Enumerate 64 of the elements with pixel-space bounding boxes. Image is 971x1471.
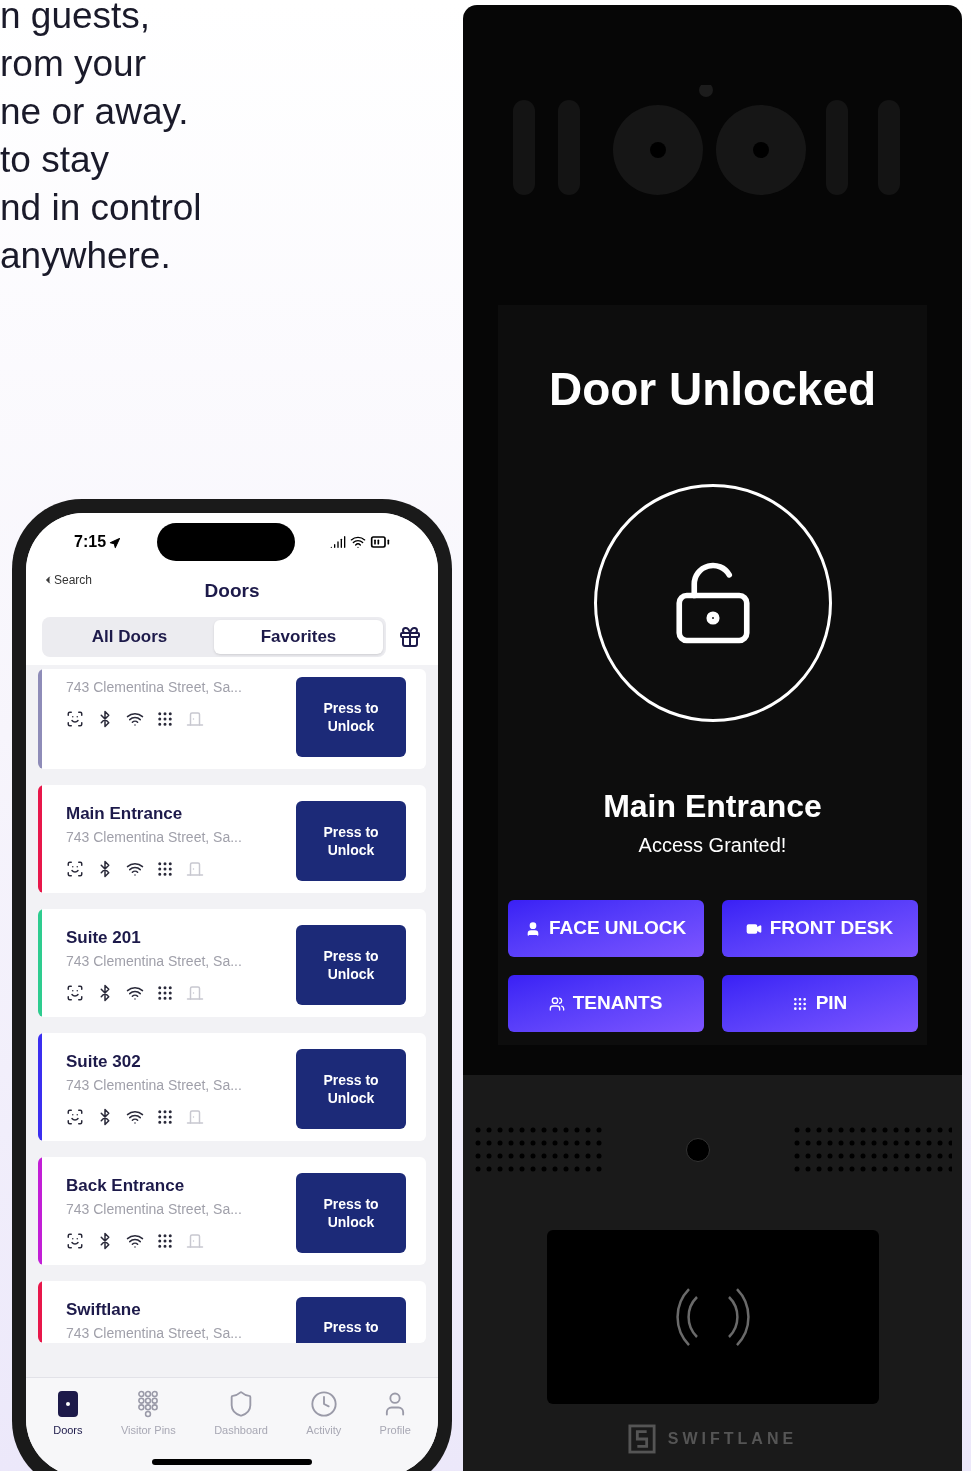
people-icon bbox=[548, 995, 565, 1012]
keypad-icon bbox=[138, 1390, 159, 1418]
keypad-icon bbox=[156, 859, 174, 878]
face-scan-icon bbox=[66, 983, 84, 1002]
door-card[interactable]: Swiftlane 743 Clementina Street, Sa... Press to bbox=[38, 1281, 426, 1343]
door-name: Main Entrance bbox=[66, 803, 184, 825]
face-scan-icon bbox=[66, 710, 84, 728]
logo-icon bbox=[627, 1424, 656, 1454]
door-icon bbox=[186, 1107, 204, 1126]
tab-bar-item[interactable]: Doors bbox=[53, 1390, 83, 1439]
keypad-icon bbox=[156, 1107, 174, 1126]
door-icon bbox=[186, 983, 204, 1002]
wifi-icon bbox=[350, 534, 366, 550]
door-card[interactable]: 743 Clementina Street, Sa... Press to Unlock bbox=[38, 669, 426, 769]
door-card[interactable]: Suite 201 743 Clementina Street, Sa... Press to Unlock bbox=[38, 909, 426, 1017]
keypad-icon bbox=[791, 995, 808, 1012]
unlock-button[interactable]: Press to bbox=[296, 1297, 406, 1343]
door-icon bbox=[186, 710, 204, 728]
status-time: 7:15 bbox=[74, 532, 107, 552]
door-address: 743 Clementina Street, Sa... bbox=[66, 1323, 242, 1343]
unlock-button[interactable]: Press to Unlock bbox=[296, 925, 406, 1005]
door-card[interactable]: Back Entrance 743 Clementina Street, Sa... Press to Unlock bbox=[38, 1157, 426, 1265]
door-name: Suite 201 bbox=[66, 927, 142, 949]
door-address: 743 Clementina Street, Sa... bbox=[66, 1075, 242, 1095]
access-message: Access Granted! bbox=[638, 833, 787, 858]
face-scan-icon bbox=[66, 1231, 84, 1250]
door-address: 743 Clementina Street, Sa... bbox=[66, 1199, 242, 1219]
segment-tab[interactable]: Favorites bbox=[214, 620, 383, 654]
keypad-icon bbox=[156, 710, 174, 728]
door-icon bbox=[186, 1231, 204, 1250]
signal-icon bbox=[330, 534, 346, 550]
gift-icon[interactable] bbox=[398, 625, 422, 649]
door-name: Main Entrance bbox=[603, 787, 822, 826]
door-name: Back Entrance bbox=[66, 1175, 186, 1197]
device-action-button[interactable]: PIN bbox=[721, 975, 918, 1032]
device-action-button[interactable]: TENANTS bbox=[507, 975, 704, 1032]
unlock-status: Door Unlocked bbox=[548, 362, 877, 417]
door-name: Suite 302 bbox=[66, 1051, 142, 1073]
screen-title: Doors bbox=[204, 578, 260, 603]
camera-lens-icon bbox=[685, 1138, 710, 1162]
keypad-icon bbox=[156, 1231, 174, 1250]
door-address: 743 Clementina Street, Sa... bbox=[66, 678, 242, 697]
keypad-icon bbox=[156, 983, 174, 1002]
headline-text: n guests, rom your ne or away. to stay nd in control anywhere. bbox=[0, 0, 203, 278]
unlock-button[interactable]: Press to Unlock bbox=[296, 677, 406, 757]
door-address: 743 Clementina Street, Sa... bbox=[66, 827, 242, 847]
face-scan-icon bbox=[66, 1107, 84, 1126]
device-action-button[interactable]: FRONT DESK bbox=[721, 900, 918, 957]
door-card[interactable]: Suite 302 743 Clementina Street, Sa... Press to Unlock bbox=[38, 1033, 426, 1141]
clock-icon bbox=[309, 1390, 338, 1418]
unlock-button[interactable]: Press to Unlock bbox=[296, 1173, 406, 1253]
door-icon bbox=[57, 1390, 78, 1418]
door-address: 743 Clementina Street, Sa... bbox=[66, 951, 242, 971]
door-icon bbox=[186, 859, 204, 878]
face-scan-icon bbox=[66, 859, 84, 878]
unlock-button[interactable]: Press to Unlock bbox=[296, 1049, 406, 1129]
door-card[interactable]: Main Entrance 743 Clementina Street, Sa... Press to Unlock bbox=[38, 785, 426, 893]
door-name: Swiftlane bbox=[66, 1299, 142, 1321]
brand-name: SWIFTLANE bbox=[667, 1429, 798, 1449]
wifi-icon bbox=[126, 710, 144, 728]
device-action-button[interactable]: FACE UNLOCK bbox=[507, 900, 704, 957]
segment-tab[interactable]: All Doors bbox=[45, 620, 214, 654]
back-link[interactable]: Search bbox=[42, 571, 93, 589]
unlock-button[interactable]: Press to Unlock bbox=[296, 801, 406, 881]
